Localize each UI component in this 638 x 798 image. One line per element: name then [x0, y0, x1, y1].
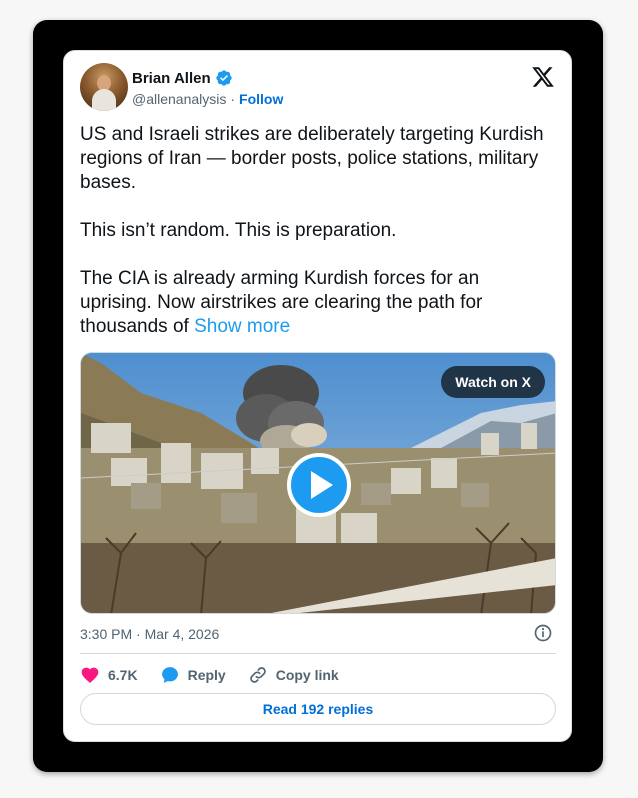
tweet-paragraph: US and Israeli strikes are deliberately …	[80, 124, 544, 193]
play-icon	[311, 471, 333, 499]
avatar[interactable]	[80, 63, 128, 111]
reply-label: Reply	[187, 667, 226, 683]
tweet-card: Brian Allen @allenanalysis · Follow US a…	[63, 50, 572, 742]
author-name-row: Brian Allen	[132, 69, 233, 87]
tweet-paragraph-last: The CIA is already arming Kurdish forces…	[80, 267, 550, 339]
reply-bubble-icon	[161, 667, 178, 683]
like-count: 6.7K	[108, 667, 138, 683]
like-action[interactable]: 6.7K	[80, 665, 138, 685]
copy-link-label: Copy link	[275, 667, 339, 683]
verified-badge-icon	[215, 70, 232, 86]
show-more-link[interactable]: Show more	[194, 316, 290, 337]
follow-button[interactable]: Follow	[239, 91, 283, 107]
author-name[interactable]: Brian Allen	[132, 70, 211, 87]
divider	[80, 653, 556, 654]
read-replies-button[interactable]: Read 192 replies	[80, 693, 556, 725]
play-button[interactable]	[287, 453, 351, 517]
watch-on-x-button[interactable]: Watch on X	[441, 366, 545, 398]
info-icon[interactable]	[533, 623, 553, 643]
handle-row: @allenanalysis · Follow	[132, 91, 283, 107]
tweet-paragraph: This isn’t random. This is preparation.	[80, 220, 397, 241]
action-bar: 6.7K Reply Copy link	[80, 663, 361, 687]
tweet-timestamp[interactable]: 3:30 PM · Mar 4, 2026	[80, 626, 219, 642]
link-icon	[249, 667, 266, 683]
x-logo-icon[interactable]	[531, 65, 555, 89]
copy-link-action[interactable]: Copy link	[248, 665, 339, 685]
video-thumbnail[interactable]: Watch on X	[80, 352, 556, 614]
author-handle[interactable]: @allenanalysis	[132, 91, 226, 107]
tweet-text: US and Israeli strikes are deliberately …	[80, 123, 550, 339]
heart-icon	[81, 667, 99, 683]
handle-separator: ·	[230, 91, 236, 107]
reply-action[interactable]: Reply	[160, 665, 226, 685]
